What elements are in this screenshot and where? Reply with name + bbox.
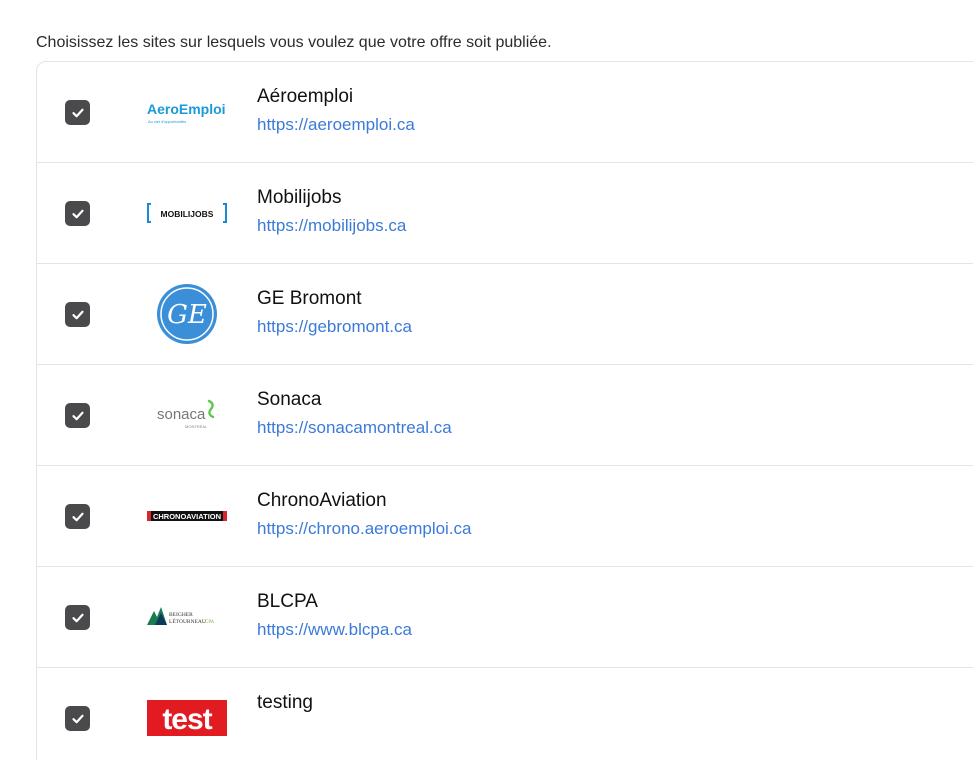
mobilijobs-logo: MOBILIJOBS xyxy=(147,183,227,243)
site-checkbox-blcpa[interactable] xyxy=(65,605,90,630)
site-name: Mobilijobs xyxy=(257,187,342,208)
checkmark-icon xyxy=(71,209,84,218)
list-item: test testing xyxy=(37,668,973,760)
svg-text:AeroEmploi: AeroEmploi xyxy=(147,101,226,117)
site-checkbox-chronoaviation[interactable] xyxy=(65,504,90,529)
svg-text:sonaca: sonaca xyxy=(157,406,206,423)
list-item: MOBILIJOBS Mobilijobs https://mobilijobs… xyxy=(37,163,973,264)
checkmark-icon xyxy=(71,512,84,521)
site-url-link[interactable]: https://chrono.aeroemploi.ca xyxy=(257,519,472,539)
svg-text:MOBILIJOBS: MOBILIJOBS xyxy=(161,209,214,219)
test-logo: test xyxy=(147,688,227,748)
aeroemploi-logo: AeroEmploi Au ciel d'opportunités xyxy=(147,82,227,142)
site-list: AeroEmploi Au ciel d'opportunités Aéroem… xyxy=(36,61,973,760)
chronoaviation-logo: CHRONOAVIATION xyxy=(147,486,227,546)
checkmark-icon xyxy=(71,613,84,622)
list-item: CHRONOAVIATION ChronoAviation https://ch… xyxy=(37,466,973,567)
list-item: BEIGHER LÉTOURNEAU CPA BLCPA https://www… xyxy=(37,567,973,668)
site-checkbox-aeroemploi[interactable] xyxy=(65,100,90,125)
svg-text:CPA: CPA xyxy=(205,620,215,625)
site-selection-panel: Choisissez les sites sur lesquels vous v… xyxy=(0,0,973,760)
svg-text:Au ciel d'opportunités: Au ciel d'opportunités xyxy=(148,119,186,124)
ge-logo: GE xyxy=(147,284,227,344)
site-url-link[interactable]: https://aeroemploi.ca xyxy=(257,115,415,135)
svg-text:MONTRÉAL: MONTRÉAL xyxy=(185,424,208,429)
site-checkbox-mobilijobs[interactable] xyxy=(65,201,90,226)
site-url-link[interactable]: https://www.blcpa.ca xyxy=(257,620,412,640)
site-name: BLCPA xyxy=(257,591,318,612)
site-url-link[interactable]: https://mobilijobs.ca xyxy=(257,216,406,236)
checkmark-icon xyxy=(71,714,84,723)
intro-text: Choisissez les sites sur lesquels vous v… xyxy=(36,34,552,51)
checkmark-icon xyxy=(71,310,84,319)
svg-text:LÉTOURNEAU: LÉTOURNEAU xyxy=(169,617,206,625)
checkmark-icon xyxy=(71,411,84,420)
site-url-link[interactable]: https://gebromont.ca xyxy=(257,317,412,337)
site-name: GE Bromont xyxy=(257,288,362,309)
site-checkbox-ge-bromont[interactable] xyxy=(65,302,90,327)
svg-text:GE: GE xyxy=(167,300,207,330)
checkmark-icon xyxy=(71,108,84,117)
blcpa-logo: BEIGHER LÉTOURNEAU CPA xyxy=(147,587,227,647)
site-name: ChronoAviation xyxy=(257,490,387,511)
site-name: Sonaca xyxy=(257,389,322,410)
list-item: sonaca MONTRÉAL Sonaca https://sonacamon… xyxy=(37,365,973,466)
site-name: Aéroemploi xyxy=(257,86,354,107)
svg-text:CHRONOAVIATION: CHRONOAVIATION xyxy=(153,512,221,521)
sonaca-logo: sonaca MONTRÉAL xyxy=(147,385,227,445)
site-url-link[interactable]: https://sonacamontreal.ca xyxy=(257,418,452,438)
site-checkbox-sonaca[interactable] xyxy=(65,403,90,428)
site-checkbox-testing[interactable] xyxy=(65,706,90,731)
list-item: GE GE Bromont https://gebromont.ca xyxy=(37,264,973,365)
site-name: testing xyxy=(257,692,313,713)
svg-text:test: test xyxy=(162,703,212,736)
svg-text:BEIGHER: BEIGHER xyxy=(169,612,193,618)
list-item: AeroEmploi Au ciel d'opportunités Aéroem… xyxy=(37,62,973,163)
